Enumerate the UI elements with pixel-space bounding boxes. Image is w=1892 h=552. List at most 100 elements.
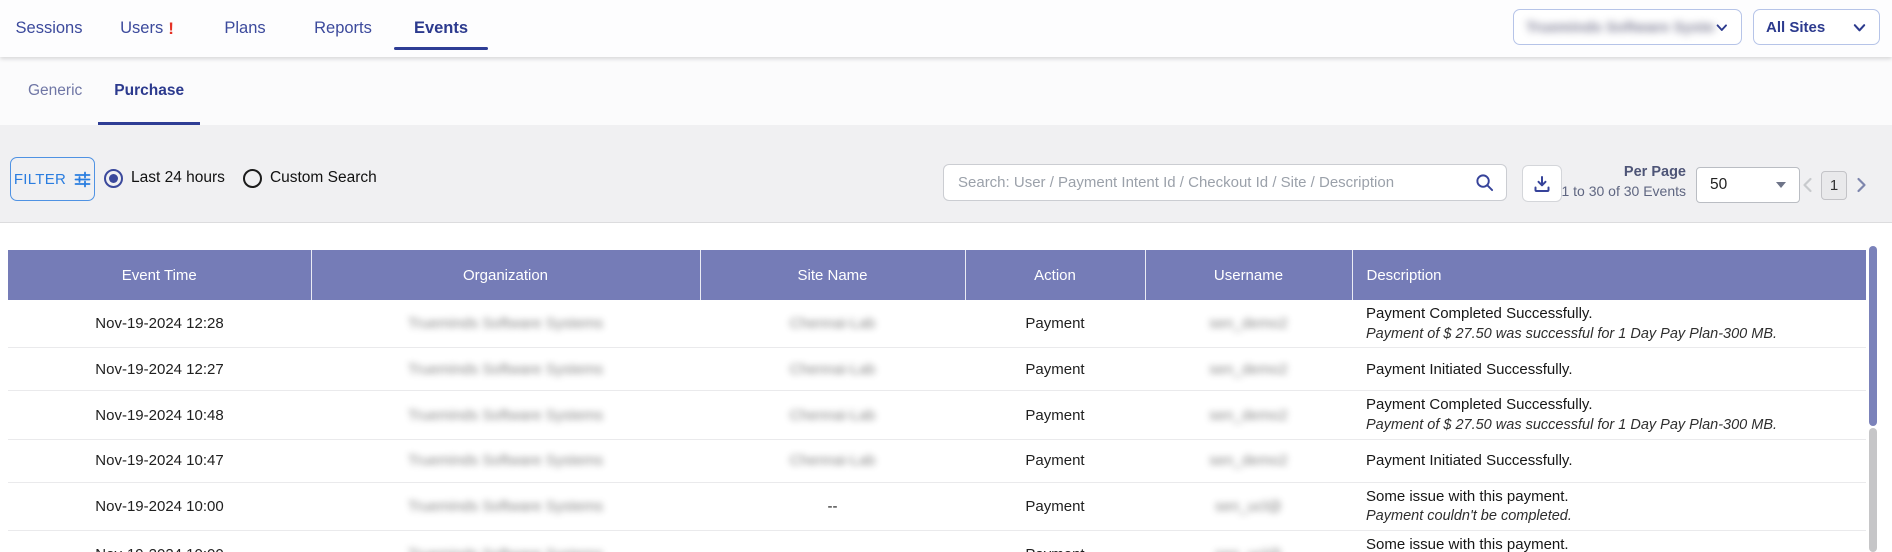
cell-event-time: Nov-19-2024 12:28 xyxy=(8,300,311,348)
cell-site-name: -- xyxy=(700,482,965,530)
chevron-down-icon xyxy=(1715,20,1729,35)
caret-down-icon xyxy=(1776,182,1786,188)
search-icon[interactable] xyxy=(1475,173,1494,192)
radio-label: Last 24 hours xyxy=(131,169,225,187)
nav-selects: Trueminds Software Systems All Sites xyxy=(1513,9,1880,45)
radio-last-24-hours[interactable]: Last 24 hours xyxy=(104,169,225,188)
cell-organization: Trueminds Software Systems xyxy=(311,300,700,348)
cell-event-time: Nov-19-2024 12:27 xyxy=(8,348,311,391)
nav-tab-label: Users xyxy=(120,19,163,38)
filter-button-label: FILTER xyxy=(14,171,66,188)
cell-organization: Trueminds Software Systems xyxy=(311,482,700,530)
nav-tab-label: Plans xyxy=(224,19,265,38)
description-line2: Payment couldn't be completed. xyxy=(1366,507,1866,526)
nav-tab-label: Sessions xyxy=(16,19,83,38)
table-row[interactable]: Nov-19-2024 12:28Trueminds Software Syst… xyxy=(8,300,1866,348)
cell-event-time: Nov-19-2024 10:00 xyxy=(8,482,311,530)
cell-organization: Trueminds Software Systems xyxy=(311,439,700,482)
cell-username: sen_ucl@ xyxy=(1145,531,1352,552)
download-icon xyxy=(1533,175,1551,193)
sites-select-value: All Sites xyxy=(1766,19,1825,36)
page-size-value: 50 xyxy=(1710,176,1727,194)
event-subtabs: GenericPurchase xyxy=(0,57,1892,125)
scrollbar-track[interactable] xyxy=(1869,428,1877,552)
cell-username: sen_demo2 xyxy=(1145,300,1352,348)
subtab-generic[interactable]: Generic xyxy=(12,57,98,125)
page-size-select[interactable]: 50 xyxy=(1696,167,1800,203)
column-header-username: Username xyxy=(1145,250,1352,300)
filter-button[interactable]: FILTER xyxy=(10,157,95,201)
table-header-row: Event TimeOrganizationSite NameActionUse… xyxy=(8,250,1866,300)
download-button[interactable] xyxy=(1522,165,1562,202)
results-range-text: 1 to 30 of 30 Events xyxy=(1561,183,1686,200)
nav-tab-events[interactable]: Events xyxy=(392,0,490,57)
scrollbar-thumb[interactable] xyxy=(1869,246,1877,426)
table-row[interactable]: Nov-19-2024 12:27Trueminds Software Syst… xyxy=(8,348,1866,391)
column-header-event-time: Event Time xyxy=(8,250,311,300)
chevron-down-icon xyxy=(1852,20,1867,35)
time-filter-radio-group: Last 24 hours Custom Search xyxy=(104,156,377,200)
radio-button-icon xyxy=(104,169,123,188)
cell-description: Payment Initiated Successfully. xyxy=(1352,439,1866,482)
chevron-right-icon xyxy=(1856,177,1867,193)
cell-username: sen_demo2 xyxy=(1145,439,1352,482)
cell-organization: Trueminds Software Systems xyxy=(311,348,700,391)
radio-button-icon xyxy=(243,169,262,188)
cell-site-name: Chennai-Lab xyxy=(700,439,965,482)
cell-description: Payment Completed Successfully.Payment o… xyxy=(1352,391,1866,439)
current-page-button[interactable]: 1 xyxy=(1821,171,1847,200)
cell-site-name: Chennai-Lab xyxy=(700,348,965,391)
cell-description: Payment Completed Successfully.Payment o… xyxy=(1352,300,1866,348)
cell-username: sen_demo2 xyxy=(1145,348,1352,391)
cell-username: sen_demo2 xyxy=(1145,391,1352,439)
cell-site-name: -- xyxy=(700,531,965,552)
description-line1: Some issue with this payment. xyxy=(1366,535,1866,552)
cell-description: Some issue with this payment.Payment cou… xyxy=(1352,531,1866,552)
subtab-purchase[interactable]: Purchase xyxy=(98,57,200,125)
nav-tab-sessions[interactable]: Sessions xyxy=(0,0,98,57)
cell-action: Payment xyxy=(965,531,1145,552)
cell-event-time: Nov-19-2024 10:00 xyxy=(8,531,311,552)
sites-select[interactable]: All Sites xyxy=(1753,9,1880,45)
cell-site-name: Chennai-Lab xyxy=(700,391,965,439)
nav-tab-plans[interactable]: Plans xyxy=(196,0,294,57)
description-line2: Payment of $ 27.50 was successful for 1 … xyxy=(1366,416,1866,435)
organization-select-value: Trueminds Software Systems xyxy=(1526,19,1715,36)
table-row[interactable]: Nov-19-2024 10:00Trueminds Software Syst… xyxy=(8,531,1866,552)
description-line1: Some issue with this payment. xyxy=(1366,487,1866,507)
nav-tab-users[interactable]: Users! xyxy=(98,0,196,57)
cell-organization: Trueminds Software Systems xyxy=(311,531,700,552)
cell-description: Payment Initiated Successfully. xyxy=(1352,348,1866,391)
cell-site-name: Chennai-Lab xyxy=(700,300,965,348)
description-line2: Payment of $ 27.50 was successful for 1 … xyxy=(1366,325,1866,344)
organization-select[interactable]: Trueminds Software Systems xyxy=(1513,9,1742,45)
cell-action: Payment xyxy=(965,391,1145,439)
chevron-left-icon xyxy=(1802,177,1813,193)
cell-organization: Trueminds Software Systems xyxy=(311,391,700,439)
next-page-button[interactable] xyxy=(1852,170,1870,200)
per-page-info: Per Page 1 to 30 of 30 Events xyxy=(1561,164,1686,200)
column-header-organization: Organization xyxy=(311,250,700,300)
description-line1: Payment Initiated Successfully. xyxy=(1366,451,1866,471)
cell-action: Payment xyxy=(965,439,1145,482)
table-row[interactable]: Nov-19-2024 10:48Trueminds Software Syst… xyxy=(8,391,1866,439)
description-line1: Payment Completed Successfully. xyxy=(1366,395,1866,415)
cell-action: Payment xyxy=(965,348,1145,391)
column-header-description: Description xyxy=(1352,250,1866,300)
nav-tab-label: Reports xyxy=(314,19,372,38)
description-line1: Payment Initiated Successfully. xyxy=(1366,360,1866,380)
radio-custom-search[interactable]: Custom Search xyxy=(243,169,377,188)
search-input[interactable] xyxy=(956,173,1475,192)
per-page-label: Per Page xyxy=(1561,164,1686,181)
table-row[interactable]: Nov-19-2024 10:47Trueminds Software Syst… xyxy=(8,439,1866,482)
tune-icon xyxy=(74,171,91,188)
previous-page-button[interactable] xyxy=(1798,170,1816,200)
cell-action: Payment xyxy=(965,482,1145,530)
table-row[interactable]: Nov-19-2024 10:00Trueminds Software Syst… xyxy=(8,482,1866,530)
cell-username: sen_ucl@ xyxy=(1145,482,1352,530)
nav-tab-reports[interactable]: Reports xyxy=(294,0,392,57)
alert-icon: ! xyxy=(168,19,174,39)
filter-band: FILTER Last 24 hours Custom Search xyxy=(0,125,1892,223)
vertical-scrollbar[interactable] xyxy=(1869,246,1877,552)
top-navbar: Sessions Users! Plans Reports Events Truemin… xyxy=(0,0,1892,57)
